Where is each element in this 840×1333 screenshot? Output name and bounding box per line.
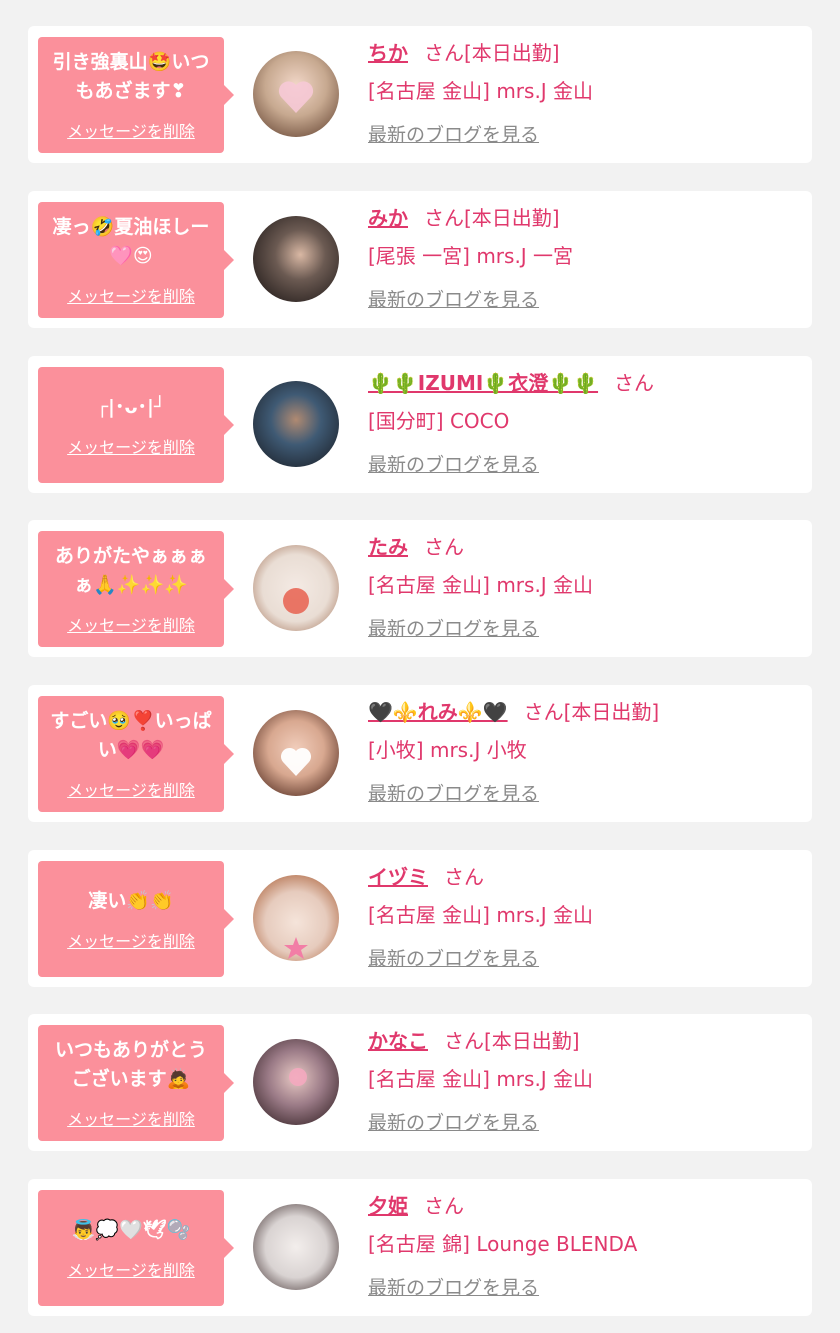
latest-blog-link[interactable]: 最新のブログを見る [368,1273,539,1300]
delete-message-link[interactable]: メッセージを削除 [67,612,195,636]
cast-name-link[interactable]: 🖤⚜️れみ⚜️🖤 [368,700,508,724]
delete-message-link[interactable]: メッセージを削除 [67,118,195,142]
name-suffix: さん [424,1194,464,1218]
cast-name-link[interactable]: ちか [368,41,408,65]
name-suffix: さん[本日出勤] [523,700,660,724]
list-item: いつもありがとうございます🙇 メッセージを削除 かなこ さん[本日出勤] [名古屋… [28,1014,812,1151]
message-text: 凄い👏👏 [88,889,174,912]
message-text: すごい🥹❣️いっぱい💗💗 [50,710,212,761]
cast-name-link[interactable]: 夕姫 [368,1194,408,1218]
list-item: ┌|･ᴗ･|┘ メッセージを削除 🌵🌵IZUMI🌵衣澄🌵🌵 さん [国分町] CO… [28,356,812,493]
avatar[interactable] [253,1204,339,1290]
cast-name-link[interactable]: かなこ [368,1029,428,1053]
list-item: 引き強裏山🤩いつもあざます❣ メッセージを削除 ちか さん[本日出勤] [名古屋 … [28,26,812,163]
shop-info: [名古屋 金山] mrs.J 金山 [368,573,594,597]
shop-info: [名古屋 金山] mrs.J 金山 [368,79,594,103]
latest-blog-link[interactable]: 最新のブログを見る [368,285,539,312]
avatar[interactable] [253,51,339,137]
avatar[interactable] [253,875,339,961]
message-text: ┌|･ᴗ･|┘ [96,395,166,418]
message-bubble: ありがたやぁぁぁぁ🙏✨✨✨ メッセージを削除 [38,531,234,647]
cast-name-link[interactable]: たみ [368,535,408,559]
name-suffix: さん[本日出勤] [444,1029,580,1053]
message-text: ありがたやぁぁぁぁ🙏✨✨✨ [54,545,207,596]
avatar[interactable] [253,710,339,796]
cast-name-link[interactable]: イヅミ [368,865,428,889]
name-suffix: さん [614,371,655,395]
name-suffix: さん [444,865,484,889]
message-bubble: 👼💭🤍🕊🫧 メッセージを削除 [38,1190,234,1306]
message-text: いつもありがとうございます🙇 [54,1039,207,1090]
message-bubble: 凄い👏👏 メッセージを削除 [38,861,234,977]
avatar[interactable] [253,545,339,631]
message-text: 👼💭🤍🕊🫧 [71,1218,191,1241]
shop-info: [尾張 一宮] mrs.J 一宮 [368,244,574,268]
list-item: すごい🥹❣️いっぱい💗💗 メッセージを削除 🖤⚜️れみ⚜️🖤 さん[本日出勤] [… [28,685,812,822]
message-text: 凄っ🤣夏油ほしー🩷😍 [52,216,210,267]
latest-blog-link[interactable]: 最新のブログを見る [368,944,539,971]
shop-info: [名古屋 金山] mrs.J 金山 [368,903,594,927]
message-bubble: いつもありがとうございます🙇 メッセージを削除 [38,1025,234,1141]
message-text: 引き強裏山🤩いつもあざます❣ [52,51,210,102]
list-item: 凄っ🤣夏油ほしー🩷😍 メッセージを削除 みか さん[本日出勤] [尾張 一宮] m… [28,191,812,328]
avatar[interactable] [253,381,339,467]
delete-message-link[interactable]: メッセージを削除 [67,434,195,458]
list-item: ありがたやぁぁぁぁ🙏✨✨✨ メッセージを削除 たみ さん [名古屋 金山] mrs… [28,520,812,657]
name-suffix: さん[本日出勤] [424,206,560,230]
delete-message-link[interactable]: メッセージを削除 [67,1257,195,1281]
delete-message-link[interactable]: メッセージを削除 [67,777,195,801]
cast-name-link[interactable]: 🌵🌵IZUMI🌵衣澄🌵🌵 [368,371,598,395]
cast-name-link[interactable]: みか [368,206,408,230]
shop-info: [名古屋 金山] mrs.J 金山 [368,1067,594,1091]
list-item: 👼💭🤍🕊🫧 メッセージを削除 夕姫 さん [名古屋 錦] Lounge BLEND… [28,1179,812,1316]
shop-info: [小牧] mrs.J 小牧 [368,738,527,762]
name-suffix: さん[本日出勤] [424,41,560,65]
latest-blog-link[interactable]: 最新のブログを見る [368,1108,539,1135]
latest-blog-link[interactable]: 最新のブログを見る [368,779,539,806]
avatar[interactable] [253,1039,339,1125]
shop-info: [名古屋 錦] Lounge BLENDA [368,1232,638,1256]
shop-info: [国分町] COCO [368,409,510,433]
name-suffix: さん [424,535,464,559]
message-bubble: 引き強裏山🤩いつもあざます❣ メッセージを削除 [38,37,234,153]
message-bubble: ┌|･ᴗ･|┘ メッセージを削除 [38,367,234,483]
list-item: 凄い👏👏 メッセージを削除 イヅミ さん [名古屋 金山] mrs.J 金山 最新… [28,850,812,987]
message-bubble: すごい🥹❣️いっぱい💗💗 メッセージを削除 [38,696,234,812]
delete-message-link[interactable]: メッセージを削除 [67,283,195,307]
message-list: 引き強裏山🤩いつもあざます❣ メッセージを削除 ちか さん[本日出勤] [名古屋 … [0,0,840,1333]
latest-blog-link[interactable]: 最新のブログを見る [368,614,539,641]
delete-message-link[interactable]: メッセージを削除 [67,928,195,952]
latest-blog-link[interactable]: 最新のブログを見る [368,120,539,147]
avatar[interactable] [253,216,339,302]
message-bubble: 凄っ🤣夏油ほしー🩷😍 メッセージを削除 [38,202,234,318]
delete-message-link[interactable]: メッセージを削除 [67,1106,195,1130]
latest-blog-link[interactable]: 最新のブログを見る [368,450,539,477]
